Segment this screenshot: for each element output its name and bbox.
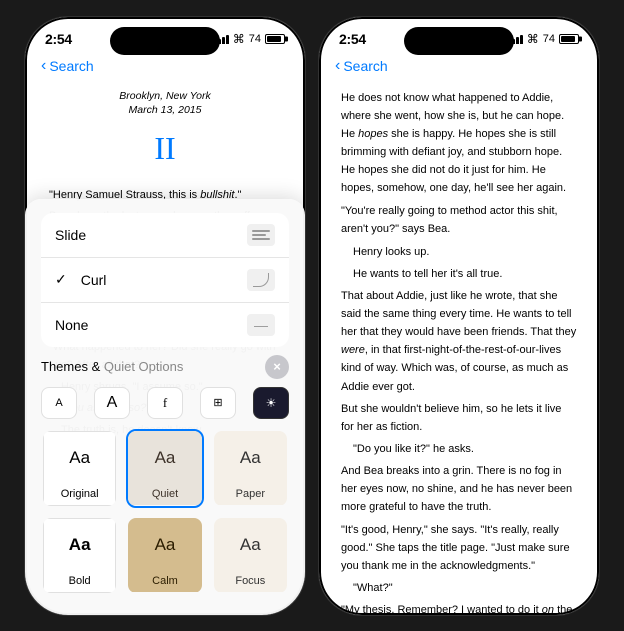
right-battery-label: 74 [543,33,555,45]
theme-quiet-preview: Aa [128,431,201,485]
left-status-icons: ⌘ 74 [214,32,285,46]
none-icon: — [247,314,275,336]
font-serif-icon: f [163,395,167,411]
phones-container: 2:54 ⌘ 74 ‹ Search [24,16,600,616]
close-button[interactable]: × [265,355,289,379]
themes-title: Themes & Quiet Options [41,358,183,376]
theme-bold-name: Bold [43,572,116,593]
right-phone: 2:54 ⌘ 74 ‹ Search [318,16,600,616]
slide-icon [247,224,275,246]
theme-focus-name: Focus [214,572,287,592]
battery-fill [267,36,281,42]
left-nav-bar: ‹ Search [25,55,305,81]
themes-label: Themes & [41,359,104,374]
battery-label: 74 [249,33,261,45]
wifi-icon: ⌘ [233,32,245,46]
layout-icon: ⊞ [213,396,222,409]
theme-focus-card[interactable]: Aa Focus [212,516,289,595]
transition-slide-label: Slide [55,227,86,243]
right-battery-icon [559,34,579,44]
slide-line-2 [252,234,266,236]
font-small-label: A [55,397,62,409]
right-dynamic-island [404,27,514,55]
battery-icon [265,34,285,44]
font-decrease-button[interactable]: A [41,387,77,419]
signal-bar-4 [226,35,229,44]
right-back-label: Search [343,58,387,74]
transition-options: Slide ✓ Curl [41,213,289,347]
right-para-7: "Do you like it?" he asks. [341,440,577,458]
transition-curl-label: Curl [81,272,107,288]
themes-grid: Aa Original Aa Quiet Aa Paper Aa Bold Aa [41,429,289,595]
right-back-button[interactable]: ‹ Search [335,57,388,75]
font-increase-button[interactable]: A [94,387,130,419]
chapter-number: II [49,122,281,175]
left-phone: 2:54 ⌘ 74 ‹ Search [24,16,306,616]
theme-calm-name: Calm [128,572,201,592]
options-row: A A f ⊞ ☀ [41,387,289,419]
back-label: Search [49,58,93,74]
layout-button[interactable]: ⊞ [200,387,236,419]
theme-calm-card[interactable]: Aa Calm [126,516,203,595]
brightness-button[interactable]: ☀ [253,387,289,419]
theme-bold-card[interactable]: Aa Bold [41,516,118,595]
theme-original-preview: Aa [43,431,116,485]
right-signal-bar-3 [516,37,519,44]
transition-none-label: None [55,317,88,333]
theme-calm-preview: Aa [128,518,201,572]
close-icon: × [273,359,281,374]
curl-shape [253,273,269,287]
themes-header: Themes & Quiet Options × [41,355,289,379]
theme-paper-name: Paper [214,485,287,505]
right-battery-fill [561,36,575,42]
font-style-button[interactable]: f [147,387,183,419]
none-dash: — [254,317,268,333]
right-para-8: And Bea breaks into a grin. There is no … [341,462,577,516]
transition-curl[interactable]: ✓ Curl [41,258,289,303]
right-para-10: "What?" [341,579,577,597]
theme-quiet-name: Quiet [128,485,201,505]
theme-original-name: Original [43,485,116,506]
right-book-content: He does not know what happened to Addie,… [319,81,599,616]
back-button[interactable]: ‹ Search [41,57,94,75]
dynamic-island [110,27,220,55]
check-icon: ✓ [55,271,67,288]
back-chevron-icon: ‹ [41,57,46,75]
slide-line-3 [252,238,270,240]
right-wifi-icon: ⌘ [527,32,539,46]
theme-paper-preview: Aa [214,431,287,485]
right-status-icons: ⌘ 74 [508,32,579,46]
font-large-label: A [107,394,118,412]
right-para-2: "You're really going to method actor thi… [341,202,577,238]
curl-icon [247,269,275,291]
right-signal-bar-4 [520,35,523,44]
right-para-6: But she wouldn't believe him, so he lets… [341,400,577,436]
book-header: Brooklyn, New YorkMarch 13, 2015 II [49,89,281,175]
theme-bold-preview: Aa [43,518,116,572]
right-para-4: He wants to tell her it's all true. [341,265,577,283]
transition-slide[interactable]: Slide [41,213,289,258]
brightness-icon: ☀ [266,396,277,410]
theme-original-card[interactable]: Aa Original [41,429,118,508]
theme-quiet-card[interactable]: Aa Quiet [126,429,203,508]
slide-line-1 [252,230,270,232]
transition-none[interactable]: None — [41,303,289,347]
signal-bar-3 [222,37,225,44]
right-back-chevron-icon: ‹ [335,57,340,75]
theme-focus-preview: Aa [214,518,287,572]
right-para-9: "It's good, Henry," she says. "It's real… [341,521,577,575]
overlay-panel: Slide ✓ Curl [25,199,305,615]
right-time: 2:54 [339,31,366,47]
quiet-options-label: Quiet Options [104,359,184,374]
right-para-5: That about Addie, just like he wrote, th… [341,287,577,396]
right-nav-bar: ‹ Search [319,55,599,81]
right-para-3: Henry looks up. [341,243,577,261]
right-para-1: He does not know what happened to Addie,… [341,89,577,198]
book-location: Brooklyn, New YorkMarch 13, 2015 [49,89,281,118]
left-time: 2:54 [45,31,72,47]
slide-lines [252,230,270,240]
right-para-11: "My thesis. Remember? I wanted to do it … [341,601,577,615]
theme-paper-card[interactable]: Aa Paper [212,429,289,508]
